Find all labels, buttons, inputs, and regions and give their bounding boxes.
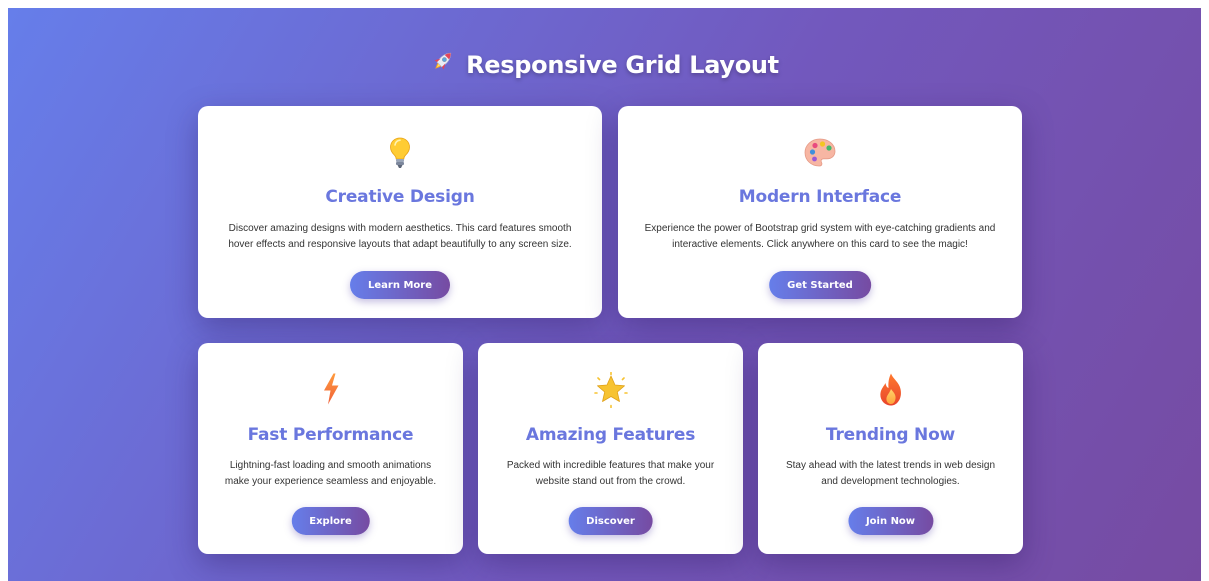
card-text: Discover amazing designs with modern aes…: [228, 223, 572, 250]
page-title-text: Responsive Grid Layout: [466, 51, 779, 79]
card-text: Experience the power of Bootstrap grid s…: [644, 223, 996, 250]
card-trending-now[interactable]: Trending Now Stay ahead with the latest …: [758, 343, 1023, 554]
rocket-icon: [430, 48, 456, 80]
star-icon: [478, 372, 743, 408]
card-title: Creative Design: [325, 187, 475, 207]
card-title: Amazing Features: [525, 425, 696, 445]
fire-icon: [758, 372, 1023, 408]
card-amazing-features[interactable]: Amazing Features Packed with incredible …: [478, 343, 743, 554]
lightning-icon: [198, 372, 463, 406]
lightbulb-icon: [198, 136, 602, 170]
discover-button[interactable]: Discover: [568, 507, 653, 535]
card-text: Stay ahead with the latest trends in web…: [785, 460, 996, 487]
card-title: Fast Performance: [247, 425, 414, 445]
card-text: Packed with incredible features that mak…: [506, 460, 715, 487]
join-now-button[interactable]: Join Now: [847, 507, 934, 535]
explore-button[interactable]: Explore: [291, 507, 370, 535]
page-background: Responsive Grid Layout Creative Design D…: [8, 8, 1201, 581]
card-creative-design[interactable]: Creative Design Discover amazing designs…: [198, 106, 602, 318]
get-started-button[interactable]: Get Started: [769, 271, 871, 299]
palette-icon: [618, 136, 1022, 170]
card-title: Trending Now: [825, 425, 956, 445]
card-fast-performance[interactable]: Fast Performance Lightning-fast loading …: [198, 343, 463, 554]
card-title: Modern Interface: [738, 187, 902, 207]
page-title: Responsive Grid Layout: [8, 50, 1201, 82]
card-text: Lightning-fast loading and smooth animat…: [224, 460, 437, 487]
learn-more-button[interactable]: Learn More: [350, 271, 450, 299]
card-modern-interface[interactable]: Modern Interface Experience the power of…: [618, 106, 1022, 318]
